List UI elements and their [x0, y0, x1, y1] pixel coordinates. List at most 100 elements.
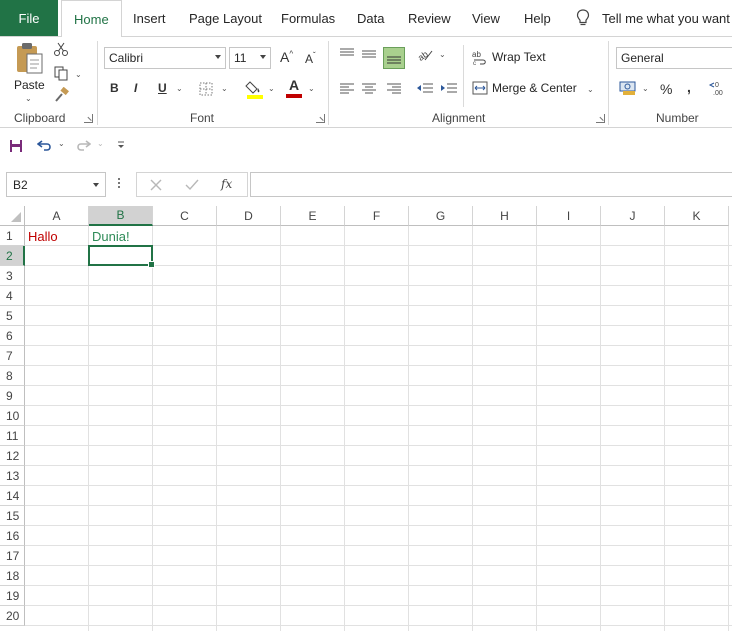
tab-home[interactable]: Home: [61, 0, 122, 37]
middle-align-icon[interactable]: [360, 45, 378, 63]
top-align-icon[interactable]: [338, 45, 356, 63]
column-header-a[interactable]: A: [25, 206, 89, 226]
font-launcher-icon[interactable]: [316, 114, 325, 123]
column-header-c[interactable]: C: [153, 206, 217, 226]
percent-style-button[interactable]: %: [660, 81, 672, 97]
row-header-1[interactable]: 1: [0, 226, 25, 246]
fill-color-dropdown-icon[interactable]: ⌄: [268, 84, 275, 93]
select-all-button[interactable]: [0, 206, 25, 226]
underline-button[interactable]: U: [158, 81, 167, 95]
wrap-text-button[interactable]: ab c Wrap Text: [472, 49, 546, 65]
borders-dropdown-icon[interactable]: ⌄: [221, 84, 228, 93]
bottom-align-icon[interactable]: [383, 47, 405, 69]
column-header-e[interactable]: E: [281, 206, 345, 226]
cell-b1[interactable]: Dunia!: [92, 229, 130, 244]
font-name-select[interactable]: Calibri: [104, 47, 226, 69]
merge-center-button[interactable]: Merge & Center: [472, 81, 577, 95]
row-header-17[interactable]: 17: [0, 546, 25, 566]
fill-color-icon[interactable]: [245, 79, 265, 99]
orientation-icon[interactable]: ab: [416, 45, 434, 63]
orientation-dropdown-icon[interactable]: ⌄: [439, 50, 446, 59]
tell-me-box[interactable]: Tell me what you want to: [576, 0, 732, 36]
tab-file[interactable]: File: [0, 0, 58, 36]
enter-icon[interactable]: [185, 178, 199, 192]
copy-icon[interactable]: [52, 65, 70, 81]
tab-view[interactable]: View: [472, 0, 500, 36]
copy-dropdown-icon[interactable]: ⌄: [75, 70, 82, 79]
font-color-dropdown-icon[interactable]: ⌄: [308, 84, 315, 93]
column-header-h[interactable]: H: [473, 206, 537, 226]
active-cell-selection[interactable]: [88, 245, 155, 268]
column-header-d[interactable]: D: [217, 206, 281, 226]
row-header-9[interactable]: 9: [0, 386, 25, 406]
insert-function-button[interactable]: fx: [221, 177, 232, 191]
merge-center-dropdown-icon[interactable]: ⌄: [587, 85, 594, 94]
row-header-12[interactable]: 12: [0, 446, 25, 466]
font-size-select[interactable]: 11: [229, 47, 271, 69]
row-header-7[interactable]: 7: [0, 346, 25, 366]
row-header-16[interactable]: 16: [0, 526, 25, 546]
paste-icon[interactable]: [12, 41, 46, 75]
decrease-indent-icon[interactable]: [416, 80, 434, 96]
formula-input[interactable]: [250, 172, 732, 197]
row-header-8[interactable]: 8: [0, 366, 25, 386]
row-header-4[interactable]: 4: [0, 286, 25, 306]
cancel-icon[interactable]: [149, 178, 163, 192]
format-painter-icon[interactable]: [52, 87, 70, 103]
tab-insert[interactable]: Insert: [133, 0, 166, 36]
italic-button[interactable]: I: [134, 81, 137, 95]
bold-button[interactable]: B: [110, 81, 119, 95]
cut-icon[interactable]: [52, 41, 70, 57]
cell-a1[interactable]: Hallo: [28, 229, 58, 244]
row-header-2[interactable]: 2: [0, 246, 25, 266]
row-header-15[interactable]: 15: [0, 506, 25, 526]
worksheet-grid[interactable]: A B C D E F G H I J K 1 2 3 4 5 6 7 8 9 10 11 12 13 14 15 16 17 18 19…: [0, 206, 732, 631]
column-header-b[interactable]: B: [89, 206, 153, 226]
formula-bar-grip-icon[interactable]: [118, 178, 121, 190]
clipboard-launcher-icon[interactable]: [84, 114, 93, 123]
undo-icon[interactable]: [36, 137, 54, 153]
column-header-i[interactable]: I: [537, 206, 601, 226]
accounting-format-icon[interactable]: [619, 79, 639, 97]
font-color-icon[interactable]: A: [285, 77, 303, 99]
row-header-3[interactable]: 3: [0, 266, 25, 286]
tab-page-layout[interactable]: Page Layout: [189, 0, 262, 36]
paste-dropdown-icon[interactable]: ⌄: [25, 94, 32, 103]
row-header-19[interactable]: 19: [0, 586, 25, 606]
align-center-icon[interactable]: [360, 80, 378, 96]
borders-icon[interactable]: [198, 81, 214, 97]
increase-indent-icon[interactable]: [440, 80, 458, 96]
column-header-f[interactable]: F: [345, 206, 409, 226]
accounting-dropdown-icon[interactable]: ⌄: [642, 84, 649, 93]
row-header-20[interactable]: 20: [0, 606, 25, 626]
column-header-g[interactable]: G: [409, 206, 473, 226]
save-icon[interactable]: [8, 138, 24, 154]
row-header-18[interactable]: 18: [0, 566, 25, 586]
redo-dropdown-icon[interactable]: ⌄: [97, 139, 104, 148]
row-header-14[interactable]: 14: [0, 486, 25, 506]
customize-toolbar-icon[interactable]: [114, 138, 128, 152]
row-header-5[interactable]: 5: [0, 306, 25, 326]
tab-review[interactable]: Review: [408, 0, 451, 36]
column-header-j[interactable]: J: [601, 206, 665, 226]
shrink-font-button[interactable]: Aˇ: [305, 51, 316, 66]
alignment-launcher-icon[interactable]: [596, 114, 605, 123]
underline-dropdown-icon[interactable]: ⌄: [176, 84, 183, 93]
increase-decimal-icon[interactable]: 0.00: [708, 79, 730, 97]
column-header-k[interactable]: K: [665, 206, 729, 226]
row-header-13[interactable]: 13: [0, 466, 25, 486]
tab-help[interactable]: Help: [524, 0, 551, 36]
grow-font-button[interactable]: A^: [280, 49, 293, 65]
paste-button[interactable]: Paste: [14, 78, 45, 92]
number-format-select[interactable]: General: [616, 47, 732, 69]
tab-formulas[interactable]: Formulas: [281, 0, 335, 36]
redo-icon[interactable]: [74, 137, 92, 153]
row-header-10[interactable]: 10: [0, 406, 25, 426]
name-box[interactable]: B2: [6, 172, 106, 197]
row-header-11[interactable]: 11: [0, 426, 25, 446]
undo-dropdown-icon[interactable]: ⌄: [58, 139, 65, 148]
comma-style-button[interactable]: ,: [687, 79, 691, 95]
align-right-icon[interactable]: [385, 80, 403, 96]
tab-data[interactable]: Data: [357, 0, 384, 36]
row-header-6[interactable]: 6: [0, 326, 25, 346]
